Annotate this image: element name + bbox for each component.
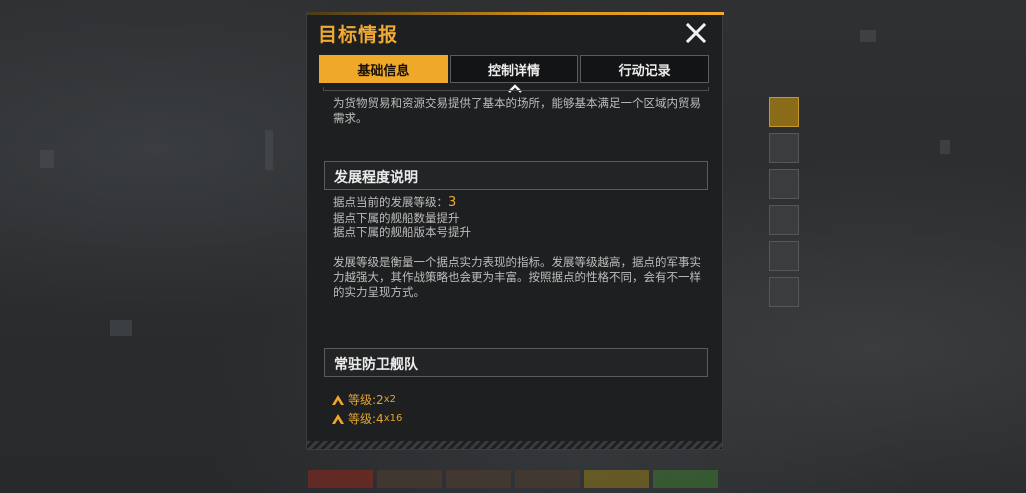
fleet-entry-count: x2	[383, 394, 396, 405]
close-icon	[685, 22, 707, 44]
development-line-ships: 据点下属的舰船数量提升	[333, 210, 460, 225]
map-debris	[110, 320, 132, 336]
bottom-bar-button[interactable]	[308, 470, 373, 488]
map-side-toolbar	[766, 97, 802, 313]
rail-button[interactable]	[769, 241, 799, 271]
chevron-up-icon	[332, 394, 344, 405]
rail-button[interactable]	[769, 277, 799, 307]
fleet-heading: 常驻防卫舰队	[334, 357, 418, 373]
bottom-bar-button[interactable]	[377, 470, 442, 488]
tab-action-log[interactable]: 行动记录	[580, 55, 710, 83]
development-level-label: 据点当前的发展等级：	[333, 195, 448, 209]
dialog-title: 目标情报	[318, 24, 399, 46]
rail-button[interactable]	[769, 97, 799, 127]
close-button[interactable]	[684, 21, 708, 45]
description-text: 为货物贸易和资源交易提供了基本的场所，能够基本满足一个区域内贸易需求。	[333, 96, 701, 125]
content-area[interactable]: 为货物贸易和资源交易提供了基本的场所，能够基本满足一个区域内贸易需求。 发展程度…	[323, 87, 709, 435]
dialog-footer-stripe	[307, 441, 722, 449]
map-debris	[265, 130, 273, 170]
development-level-value: 3	[448, 195, 457, 210]
bottom-bar-button[interactable]	[653, 470, 718, 488]
map-debris	[940, 140, 950, 154]
bottom-bar-button[interactable]	[584, 470, 649, 488]
rail-button[interactable]	[769, 169, 799, 199]
rail-button[interactable]	[769, 133, 799, 163]
chevron-up-icon	[332, 413, 344, 424]
fleet-entry-count: x16	[383, 413, 403, 424]
target-intel-dialog: 目标情报 基础信息 控制详情 行动记录 为货物贸易和资源交易提供了基本的场所，能…	[306, 12, 724, 450]
development-details: 据点当前的发展等级：3 据点下属的舰船数量提升 据点下属的舰船版本号提升	[333, 195, 703, 240]
tab-bar: 基础信息 控制详情 行动记录	[319, 55, 710, 83]
development-line-version: 据点下属的舰船版本号提升	[333, 225, 471, 239]
fleet-entry: 等级:4 x16	[332, 410, 532, 427]
development-section-header: 发展程度说明	[324, 161, 708, 190]
development-note: 发展等级是衡量一个据点实力表现的指标。发展等级越高，据点的军事实力越强大，其作战…	[333, 255, 701, 299]
rail-button[interactable]	[769, 205, 799, 235]
tab-control-details[interactable]: 控制详情	[449, 55, 579, 83]
development-heading: 发展程度说明	[334, 170, 418, 186]
bottom-bar-button[interactable]	[446, 470, 511, 488]
map-debris	[40, 150, 54, 168]
fleet-section-header: 常驻防卫舰队	[324, 348, 708, 377]
development-level-line: 据点当前的发展等级：3	[333, 195, 703, 211]
map-debris	[860, 30, 876, 42]
fleet-entry-level: 等级:2	[348, 393, 384, 407]
fleet-entry: 等级:2 x2	[332, 391, 532, 408]
tab-basic-info[interactable]: 基础信息	[319, 55, 448, 83]
bottom-action-bar	[308, 470, 718, 488]
bottom-bar-button[interactable]	[515, 470, 580, 488]
dialog-header: 目标情报	[307, 15, 722, 53]
content-divider	[323, 87, 709, 91]
fleet-entry-level: 等级:4	[348, 412, 384, 426]
